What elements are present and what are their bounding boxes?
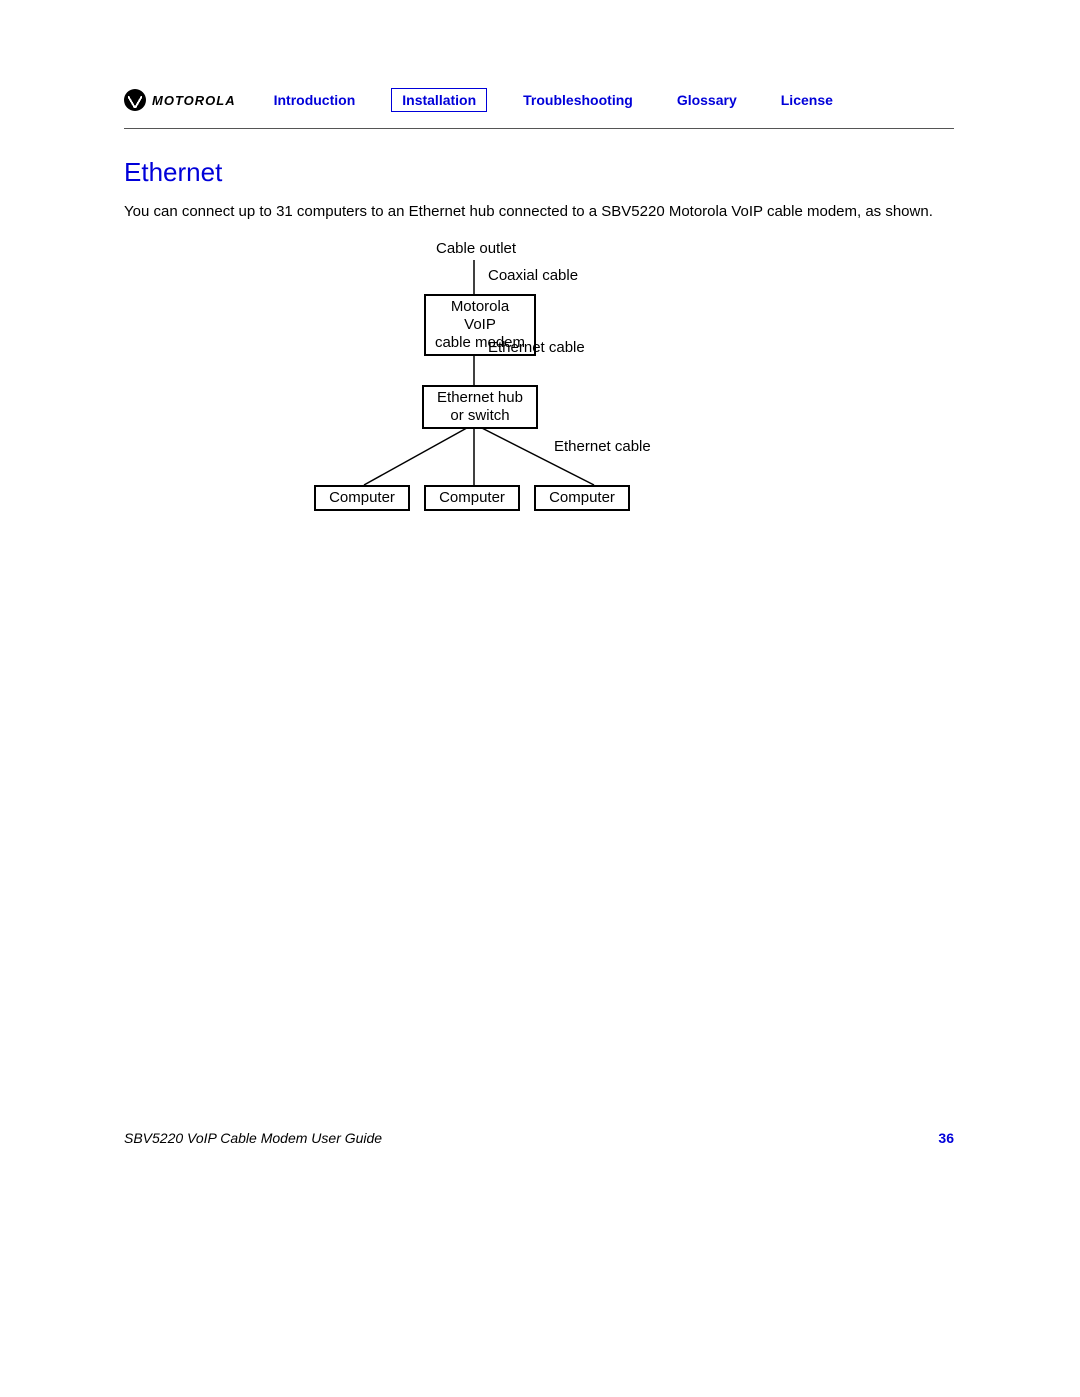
motorola-batwing-icon xyxy=(124,89,146,111)
nav-installation[interactable]: Installation xyxy=(391,88,487,112)
section-body: You can connect up to 31 computers to an… xyxy=(124,202,954,222)
nav-glossary[interactable]: Glossary xyxy=(669,88,745,112)
node-computer-2: Computer xyxy=(424,485,520,511)
label-cable-outlet: Cable outlet xyxy=(436,240,516,257)
node-computer-1: Computer xyxy=(314,485,410,511)
brand-logo: MOTOROLA xyxy=(124,89,236,111)
node-computer-3: Computer xyxy=(534,485,630,511)
node-modem-line1: Motorola VoIP xyxy=(434,298,526,334)
footer-guide-title: SBV5220 VoIP Cable Modem User Guide xyxy=(124,1130,382,1146)
header-divider xyxy=(124,128,954,129)
nav-introduction[interactable]: Introduction xyxy=(266,88,364,112)
brand-word: MOTOROLA xyxy=(152,93,236,108)
header: MOTOROLA Introduction Installation Troub… xyxy=(124,88,954,126)
page-footer: SBV5220 VoIP Cable Modem User Guide 36 xyxy=(124,1130,954,1146)
node-hub-line1: Ethernet hub xyxy=(432,389,528,407)
footer-page-number: 36 xyxy=(938,1130,954,1146)
node-hub: Ethernet hub or switch xyxy=(422,385,538,429)
top-nav: Introduction Installation Troubleshootin… xyxy=(266,88,841,112)
nav-troubleshooting[interactable]: Troubleshooting xyxy=(515,88,641,112)
node-hub-line2: or switch xyxy=(432,407,528,425)
label-ethernet-cable-mid: Ethernet cable xyxy=(554,438,651,455)
label-ethernet-cable-top: Ethernet cable xyxy=(488,339,585,356)
section-heading: Ethernet xyxy=(124,157,954,188)
ethernet-topology-diagram: Cable outlet Coaxial cable Motorola VoIP… xyxy=(304,240,824,530)
nav-license[interactable]: License xyxy=(773,88,841,112)
label-coaxial-cable: Coaxial cable xyxy=(488,267,578,284)
